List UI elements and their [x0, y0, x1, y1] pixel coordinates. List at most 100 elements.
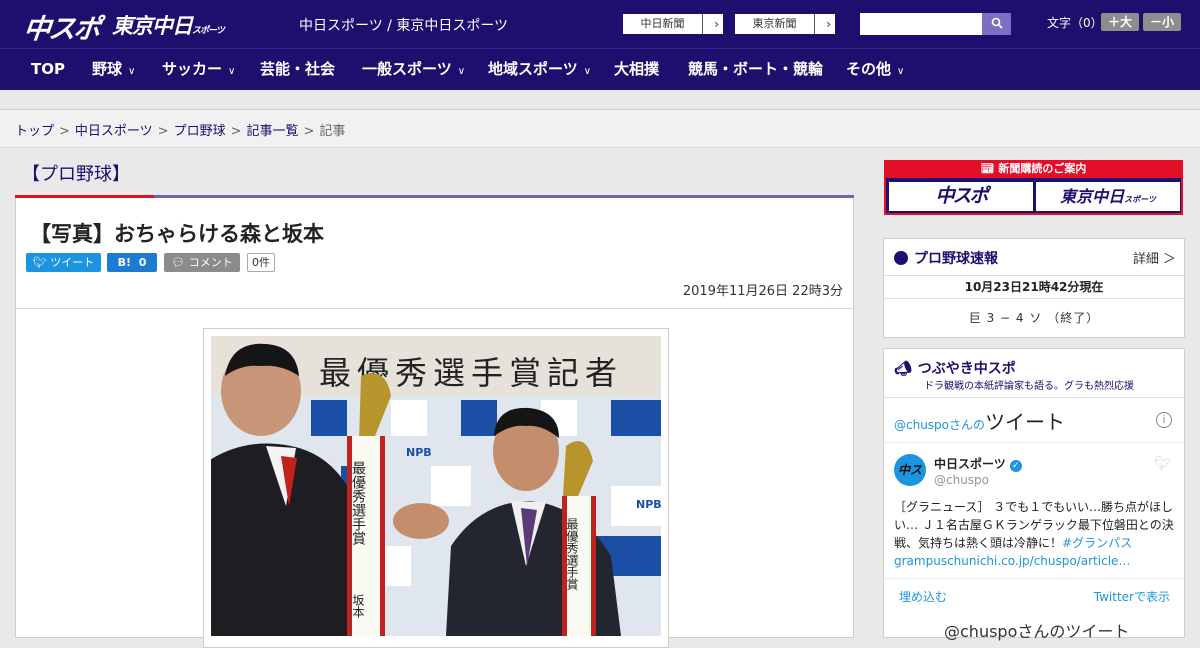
subscription-banner[interactable]: 📰︎ 新聞購読のご案内 中スポ 東京中日スポーツ [884, 160, 1183, 215]
chevron-down-icon: ∨ [128, 66, 136, 77]
breadcrumb-pro-baseball[interactable]: プロ野球 [174, 124, 226, 139]
breadcrumb-separator: > [303, 124, 315, 139]
nav-item-top[interactable]: TOP [31, 49, 65, 91]
nav-item-racing[interactable]: 競馬・ボート・競輪 [688, 49, 823, 91]
breadcrumb-separator: > [230, 124, 242, 139]
timeline-header[interactable]: @chuspoさんのツイート [894, 406, 1065, 435]
game-result[interactable]: 巨 3 − 4 ソ （終了） [884, 309, 1184, 326]
breadcrumb-separator: > [157, 124, 169, 139]
chunichi-shimbun-link[interactable]: 中日新聞 › [622, 13, 724, 35]
main-nav: TOP 野球 ∨ サッカー ∨ 芸能・社会 一般スポーツ ∨ 地域スポーツ ∨ 大相撲 … [0, 48, 1200, 90]
twitter-bird-icon[interactable]: 🐦︎ [1154, 456, 1172, 472]
nav-item-soccer[interactable]: サッカー ∨ [162, 49, 235, 91]
view-on-twitter-link[interactable]: Twitterで表示 [1094, 588, 1170, 605]
photo-sash-name: 坂本 [351, 594, 365, 619]
timeline-prefix: @chuspoさんの [894, 418, 986, 432]
tokyo-shimbun-link[interactable]: 東京新聞 › [734, 13, 836, 35]
chevron-down-icon: ∨ [457, 66, 466, 77]
comment-bubble-icon: 💬︎ [171, 256, 186, 269]
photo-sponsor-text: NPB [406, 446, 432, 459]
breadcrumb-separator: > [59, 124, 70, 139]
search-button[interactable] [982, 13, 1011, 35]
verified-badge-icon: ✓ [1009, 460, 1022, 472]
font-smaller-button[interactable]: －小 [1143, 13, 1181, 31]
chevron-right-icon: › [714, 17, 719, 31]
tweet-author-name: 中日スポーツ [934, 457, 1006, 471]
nav-item-other[interactable]: その他 ∨ [846, 49, 904, 91]
embed-link[interactable]: 埋め込む [899, 588, 947, 605]
nav-label: 一般スポーツ [362, 60, 452, 78]
nav-item-local-sports[interactable]: 地域スポーツ ∨ [488, 49, 591, 91]
article: 【写真】おちゃらける森と坂本 🐦︎ ツイート B! 0 💬︎ コメント 0件 2… [15, 198, 854, 648]
nav-item-sumo[interactable]: 大相撲 [614, 49, 659, 91]
tokyo-logo-text: 東京中日 [112, 14, 193, 38]
divider [884, 442, 1184, 443]
nav-label: その他 [846, 60, 892, 78]
twitter-box-subtitle: ドラ観戦の本紙評論家も語る。グラも熱烈応援 [924, 381, 1134, 392]
chevron-down-icon: ∨ [897, 66, 905, 77]
subscription-header-text: 新聞購読のご案内 [998, 162, 1087, 175]
tweet-link[interactable]: grampuschunichi.co.jp/chuspo/article… [894, 554, 1130, 568]
photo-sash-right: 最優秀選手賞 [565, 518, 579, 591]
breadcrumb-top[interactable]: トップ [15, 124, 54, 139]
chevron-down-icon: ∨ [228, 66, 236, 77]
chevron-right-icon: › [826, 17, 831, 31]
hatena-icon: B! [117, 256, 132, 269]
megaphone-icon: 📣︎ [894, 361, 912, 377]
hatena-bookmark-button[interactable]: B! 0 [107, 253, 157, 272]
breadcrumb: トップ > 中日スポーツ > プロ野球 > 記事一覧 > 記事 [0, 110, 1200, 148]
baseball-score-box: プロ野球速報 詳細 ＞ 10月23日21時42分現在 巨 3 − 4 ソ （終了… [883, 238, 1185, 338]
section-title: 【プロ野球】 [22, 164, 130, 185]
breadcrumb-chunichi-sports[interactable]: 中日スポーツ [75, 124, 153, 139]
tokyo-shimbun-label: 東京新聞 [735, 14, 815, 34]
ad-strip [0, 90, 1200, 110]
nav-label: 地域スポーツ [488, 60, 578, 78]
twitter-box-title: 📣︎ つぶやき中スポ [894, 358, 1016, 378]
avatar[interactable]: 中スポ [894, 454, 926, 486]
photo-sash-left: 最優秀選手賞 [350, 461, 366, 546]
search-icon [991, 17, 1003, 29]
font-bigger-button[interactable]: ＋大 [1101, 13, 1139, 31]
subscription-header: 📰︎ 新聞購読のご案内 [886, 160, 1181, 178]
twitter-box: 📣︎ つぶやき中スポ ドラ観戦の本紙評論家も語る。グラも熱烈応援 @chuspoさ… [883, 348, 1185, 641]
article-photo-frame: NPB NPB 最優秀選手賞記者 最優秀選手賞 坂本 最優秀選手賞 [203, 328, 669, 648]
tweet-author[interactable]: 中日スポーツ ✓ [934, 455, 1022, 472]
tweet-button[interactable]: 🐦︎ ツイート [26, 253, 101, 272]
tweet-text: ［グラニュース］ ３でも１でもいい…勝ち点がほしい… Ｊ１名古屋ＧＫランゲラック… [894, 498, 1176, 570]
site-name: 中日スポーツ / 東京中日スポーツ [299, 18, 509, 34]
divider [16, 308, 853, 309]
nav-item-general-sports[interactable]: 一般スポーツ ∨ [362, 49, 465, 91]
tweet-handle[interactable]: @chuspo [934, 473, 989, 487]
twitter-title-text: つぶやき中スポ [917, 361, 1016, 377]
breadcrumb-current: 記事 [319, 124, 346, 139]
nav-label: 大相撲 [614, 60, 660, 78]
nav-label: 芸能・社会 [260, 60, 336, 78]
chevron-down-icon: ∨ [583, 66, 592, 77]
info-icon[interactable]: i [1156, 412, 1172, 428]
nav-item-baseball[interactable]: 野球 ∨ [92, 49, 135, 91]
chuspo-logo[interactable]: 中スポ [22, 7, 101, 46]
tokyo-chunichi-logo[interactable]: 東京中日スポーツ [112, 10, 225, 40]
search-input[interactable] [860, 13, 982, 35]
score-detail-link[interactable]: 詳細 ＞ [1133, 248, 1176, 267]
nav-label: 競馬・ボート・競輪 [688, 60, 824, 78]
score-box-title: プロ野球速報 [894, 248, 998, 268]
tokyo-logo-small: スポーツ [192, 26, 225, 36]
newspaper-icon: 📰︎ [980, 162, 999, 175]
comment-button[interactable]: 💬︎ コメント [164, 253, 240, 272]
nav-label: TOP [31, 60, 65, 78]
tweet-hashtag[interactable]: #グランパス [1062, 536, 1132, 550]
subscription-tokyo-logo-small: スポーツ [1124, 195, 1156, 204]
baseball-icon [894, 251, 908, 265]
timeline-word: ツイート [985, 410, 1066, 434]
photo-illustration: NPB NPB 最優秀選手賞記者 最優秀選手賞 坂本 最優秀選手賞 [211, 336, 661, 636]
nav-item-entertainment[interactable]: 芸能・社会 [260, 49, 335, 91]
timeline-footer-text: @chuspoさんのツイート [944, 622, 1130, 641]
article-photo[interactable]: NPB NPB 最優秀選手賞記者 最優秀選手賞 坂本 最優秀選手賞 [211, 336, 661, 636]
breadcrumb-article-list[interactable]: 記事一覧 [247, 124, 299, 139]
nav-label: サッカー [162, 60, 223, 78]
nav-label: 野球 [92, 60, 123, 78]
subscription-tokyo-logo[interactable]: 東京中日スポーツ [1036, 182, 1180, 211]
site-header: 中スポ 東京中日スポーツ 中日スポーツ / 東京中日スポーツ 中日新聞 › 東京… [0, 0, 1200, 48]
subscription-chuspo-logo[interactable]: 中スポ [889, 182, 1033, 211]
